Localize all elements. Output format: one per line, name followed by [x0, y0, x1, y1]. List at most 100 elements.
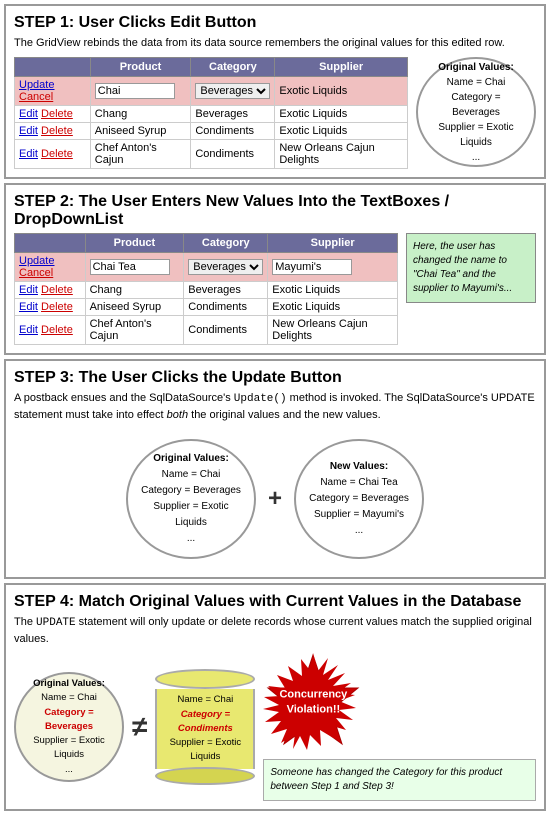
delete-link[interactable]: Delete: [41, 108, 73, 120]
table-row: Update Cancel Beverages Exotic Liquids: [15, 77, 408, 106]
edit-link[interactable]: Edit: [19, 301, 38, 313]
delete-link[interactable]: Delete: [41, 301, 73, 313]
table-row: Edit Delete Aniseed Syrup Condiments Exo…: [15, 123, 408, 140]
step2-section: STEP 2: The User Enters New Values Into …: [4, 183, 546, 355]
step4-bottom: Original Values: Name = Chai Category = …: [14, 653, 536, 801]
supplier-cell: Exotic Liquids: [268, 299, 398, 316]
step4-original-circle: Original Values: Name = Chai Category = …: [14, 672, 124, 782]
row-actions: Update Cancel: [15, 77, 91, 106]
table-row: Edit Delete Chef Anton's Cajun Condiment…: [15, 140, 408, 169]
cancel-link[interactable]: Cancel: [19, 267, 53, 279]
col-product: Product: [85, 234, 184, 253]
new-values-circle: New Values: Name = Chai Tea Category = B…: [294, 439, 424, 559]
product-cell: Chef Anton's Cajun: [85, 316, 184, 345]
col-supplier: Supplier: [275, 58, 408, 77]
category-select[interactable]: Beverages: [195, 83, 270, 99]
step2-table-wrap: Product Category Supplier Update Cancel: [14, 233, 398, 345]
edit-link[interactable]: Edit: [19, 125, 38, 137]
product-input[interactable]: [95, 83, 175, 99]
step4-title: STEP 4: Match Original Values with Curre…: [14, 593, 536, 611]
supplier-cell: Exotic Liquids: [275, 123, 408, 140]
step2-title: STEP 2: The User Enters New Values Into …: [14, 193, 536, 229]
step1-content: Product Category Supplier Update Cancel: [14, 57, 536, 169]
product-cell: Aniseed Syrup: [85, 299, 184, 316]
category-cell: Condiments: [191, 123, 275, 140]
table-row: Edit Delete Aniseed Syrup Condiments Exo…: [15, 299, 398, 316]
category-cell[interactable]: Beverages: [191, 77, 275, 106]
col-category: Category: [191, 58, 275, 77]
cancel-link[interactable]: Cancel: [19, 91, 53, 103]
concurrency-note-text: Someone has changed the Category for thi…: [270, 767, 502, 792]
step3-title: STEP 3: The User Clicks the Update Butto…: [14, 369, 536, 387]
concurrency-note: Someone has changed the Category for thi…: [263, 759, 536, 801]
table-row: Edit Delete Chang Beverages Exotic Liqui…: [15, 282, 398, 299]
category-cell: Condiments: [184, 316, 268, 345]
category-cell: Beverages: [191, 106, 275, 123]
step1-table: Product Category Supplier Update Cancel: [14, 57, 408, 169]
step2-content: Product Category Supplier Update Cancel: [14, 233, 536, 345]
table-row: Edit Delete Chef Anton's Cajun Condiment…: [15, 316, 398, 345]
supplier-cell[interactable]: [268, 253, 398, 282]
edit-link[interactable]: Edit: [19, 324, 38, 336]
step2-table: Product Category Supplier Update Cancel: [14, 233, 398, 345]
product-cell[interactable]: [90, 77, 191, 106]
starburst-text: ConcurrencyViolation!!: [273, 688, 353, 719]
supplier-cell: Exotic Liquids: [275, 106, 408, 123]
supplier-cell: Exotic Liquids: [268, 282, 398, 299]
step4-description: The UPDATE statement will only update or…: [14, 615, 536, 647]
delete-link[interactable]: Delete: [41, 324, 73, 336]
supplier-cell: Exotic Liquids: [275, 77, 408, 106]
update-link[interactable]: Update: [19, 255, 54, 267]
product-cell: Chang: [85, 282, 184, 299]
step3-description: A postback ensues and the SqlDataSource'…: [14, 391, 536, 423]
step1-description: The GridView rebinds the data from its d…: [14, 36, 536, 51]
category-cell: Condiments: [191, 140, 275, 169]
category-cell[interactable]: Beverages: [184, 253, 268, 282]
supplier-cell: New Orleans Cajun Delights: [275, 140, 408, 169]
starburst: ConcurrencyViolation!!: [263, 653, 363, 753]
delete-link[interactable]: Delete: [41, 284, 73, 296]
col-product: Product: [90, 58, 191, 77]
delete-link[interactable]: Delete: [41, 148, 73, 160]
db-cylinder: Name = Chai Category = Condiments Suppli…: [155, 669, 255, 784]
step2-note-text: Here, the user has changed the name to "…: [413, 241, 512, 294]
step1-section: STEP 1: User Clicks Edit Button The Grid…: [4, 4, 546, 179]
table-row: Edit Delete Chang Beverages Exotic Liqui…: [15, 106, 408, 123]
product-cell: Chang: [90, 106, 191, 123]
category-select[interactable]: Beverages: [188, 259, 263, 275]
cylinder-top: [155, 669, 255, 689]
edit-link[interactable]: Edit: [19, 108, 38, 120]
col-actions: [15, 234, 86, 253]
row-actions: Edit Delete: [15, 299, 86, 316]
supplier-cell: New Orleans Cajun Delights: [268, 316, 398, 345]
row-actions: Update Cancel: [15, 253, 86, 282]
edit-link[interactable]: Edit: [19, 284, 38, 296]
cylinder-body: Name = Chai Category = Condiments Suppli…: [155, 689, 255, 768]
product-cell: Aniseed Syrup: [90, 123, 191, 140]
row-actions: Edit Delete: [15, 140, 91, 169]
col-category: Category: [184, 234, 268, 253]
step2-note: Here, the user has changed the name to "…: [406, 233, 536, 303]
supplier-input[interactable]: [272, 259, 352, 275]
step4-right: ConcurrencyViolation!! Someone has chang…: [263, 653, 536, 801]
neq-sign: ≠: [132, 711, 147, 743]
col-supplier: Supplier: [268, 234, 398, 253]
original-values-circle: Original Values: Name = Chai Category = …: [126, 439, 256, 559]
cylinder-bottom: [155, 767, 255, 785]
step3-circles: Original Values: Name = Chai Category = …: [14, 429, 536, 569]
original-values-circle: Original Values: Name = Chai Category = …: [416, 57, 536, 167]
category-cell: Condiments: [184, 299, 268, 316]
step4-section: STEP 4: Match Original Values with Curre…: [4, 583, 546, 811]
product-cell: Chef Anton's Cajun: [90, 140, 191, 169]
edit-link[interactable]: Edit: [19, 148, 38, 160]
update-link[interactable]: Update: [19, 79, 54, 91]
row-actions: Edit Delete: [15, 282, 86, 299]
product-input[interactable]: [90, 259, 170, 275]
col-actions: [15, 58, 91, 77]
product-cell[interactable]: [85, 253, 184, 282]
row-actions: Edit Delete: [15, 106, 91, 123]
delete-link[interactable]: Delete: [41, 125, 73, 137]
step3-section: STEP 3: The User Clicks the Update Butto…: [4, 359, 546, 579]
category-cell: Beverages: [184, 282, 268, 299]
row-actions: Edit Delete: [15, 316, 86, 345]
